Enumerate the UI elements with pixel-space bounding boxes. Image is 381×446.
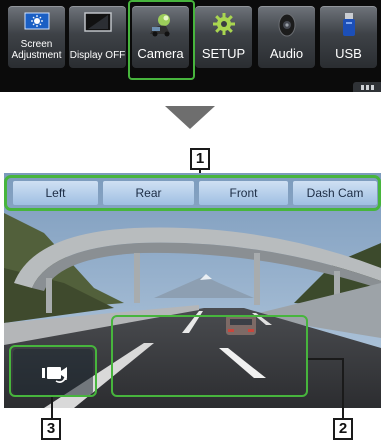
menu-button-display-off[interactable]: Display OFF: [69, 6, 126, 68]
selected-item-highlight: [128, 0, 195, 80]
menu-label: USB: [335, 46, 362, 61]
drawer-handle[interactable]: [353, 82, 381, 92]
usb-icon: [341, 12, 357, 41]
menu-label: Audio: [269, 46, 304, 61]
gear-icon: [212, 12, 236, 39]
camera-switch-highlight: [9, 345, 97, 397]
callout-2: 2: [333, 418, 353, 440]
callout-line: [342, 358, 344, 420]
down-arrow-icon: [165, 106, 215, 129]
menu-label: Adjustment: [11, 50, 62, 61]
callout-line: [51, 396, 53, 418]
tab-rear[interactable]: Rear: [103, 181, 194, 205]
callout-line: [306, 358, 344, 360]
menu-label: Display OFF: [69, 50, 126, 61]
speaker-icon: [275, 12, 299, 41]
tab-left[interactable]: Left: [13, 181, 98, 205]
menu-button-screen-adjustment[interactable]: Screen Adjustment: [8, 6, 65, 68]
menu-button-setup[interactable]: SETUP: [195, 6, 252, 68]
top-menu-bar: Screen Adjustment Display OFF Camera SET…: [0, 0, 381, 92]
menu-label: SETUP: [201, 46, 246, 61]
screen-adjustment-icon: [24, 12, 50, 35]
display-off-icon: [83, 12, 112, 37]
callout-3: 3: [41, 418, 61, 440]
tab-dash-cam[interactable]: Dash Cam: [293, 181, 377, 205]
menu-label: Screen: [20, 39, 53, 50]
callout-1: 1: [190, 148, 210, 170]
tab-front[interactable]: Front: [199, 181, 288, 205]
menu-button-audio[interactable]: Audio: [258, 6, 315, 68]
camera-view-area-highlight[interactable]: [111, 315, 308, 397]
menu-button-usb[interactable]: USB: [320, 6, 377, 68]
